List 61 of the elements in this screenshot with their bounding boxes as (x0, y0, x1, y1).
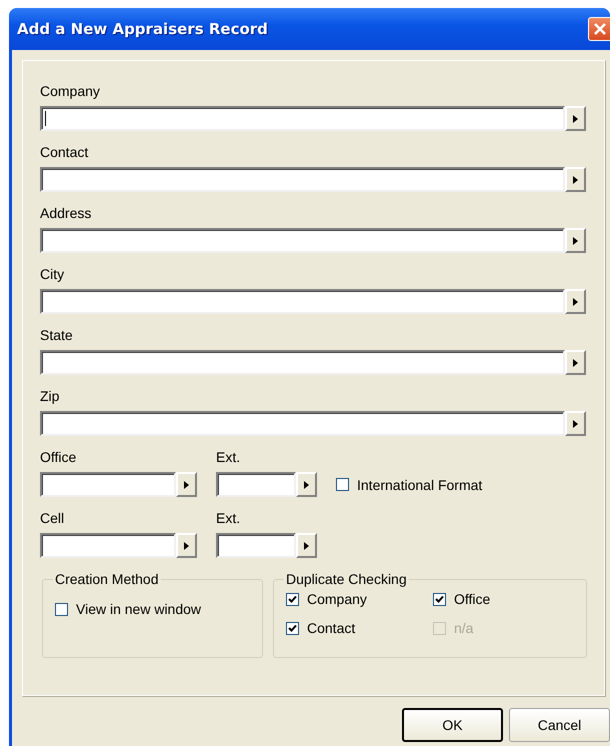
checkbox[interactable] (336, 478, 349, 491)
arrow-button[interactable] (565, 289, 586, 314)
close-button[interactable] (588, 17, 610, 41)
arrow-button[interactable] (176, 533, 197, 558)
arrow-button[interactable] (565, 411, 586, 436)
checkbox-label: International Format (357, 476, 482, 492)
text-field[interactable] (40, 289, 565, 314)
arrow-button[interactable] (565, 167, 586, 192)
field-label: Office (40, 449, 78, 466)
checkbox[interactable] (286, 622, 299, 634)
checkbox[interactable] (55, 602, 68, 616)
triangle-icon (573, 358, 578, 366)
checkbox-label: Company (307, 591, 367, 607)
group-title: Creation Method (54, 571, 160, 587)
triangle-icon (304, 542, 309, 550)
arrow-button[interactable] (296, 533, 317, 558)
field-label: Ext. (216, 510, 242, 527)
arrow-button[interactable] (565, 106, 586, 131)
field-label: Address (40, 205, 92, 222)
triangle-icon (184, 542, 189, 550)
text-field[interactable] (216, 472, 296, 497)
checkbox[interactable] (286, 592, 299, 606)
checkbox[interactable] (433, 592, 446, 606)
field-label: State (40, 327, 74, 344)
triangle-icon (573, 420, 578, 428)
checkbox-label: n/a (454, 620, 474, 636)
checkmark-icon (288, 624, 297, 632)
triangle-icon (573, 298, 578, 306)
text-field[interactable] (40, 228, 565, 253)
field-label: Cell (40, 510, 66, 527)
text-field[interactable] (40, 350, 565, 375)
arrow-button[interactable] (565, 350, 586, 375)
text-field[interactable] (40, 411, 565, 436)
window-title: Add a New Appraisers Record (17, 20, 269, 38)
cancel-button[interactable]: Cancel (509, 708, 610, 742)
field-label: Ext. (216, 449, 242, 466)
field-label: City (40, 266, 66, 283)
triangle-icon (573, 176, 578, 184)
triangle-icon (573, 114, 578, 122)
field-label: Company (40, 83, 101, 100)
text-field[interactable] (40, 167, 565, 192)
triangle-icon (304, 480, 309, 488)
ok-button[interactable]: OK (402, 708, 503, 742)
checkmark-icon (288, 594, 297, 604)
arrow-button[interactable] (296, 472, 317, 497)
checkbox-label: Contact (307, 620, 356, 636)
field-label: Zip (40, 388, 60, 405)
checkmark-icon (435, 594, 444, 604)
arrow-button[interactable] (176, 472, 197, 497)
group-title: Duplicate Checking (285, 571, 408, 587)
text-field[interactable] (40, 533, 176, 558)
text-field[interactable] (40, 472, 176, 497)
checkbox-label: Office (454, 591, 490, 607)
text-field[interactable] (216, 533, 296, 558)
field-label: Contact (40, 144, 90, 161)
text-field[interactable] (40, 106, 565, 131)
triangle-icon (184, 480, 189, 488)
arrow-button[interactable] (565, 228, 586, 253)
close-icon (592, 22, 606, 36)
checkbox-label: View in new window (76, 601, 202, 617)
triangle-icon (573, 236, 578, 244)
